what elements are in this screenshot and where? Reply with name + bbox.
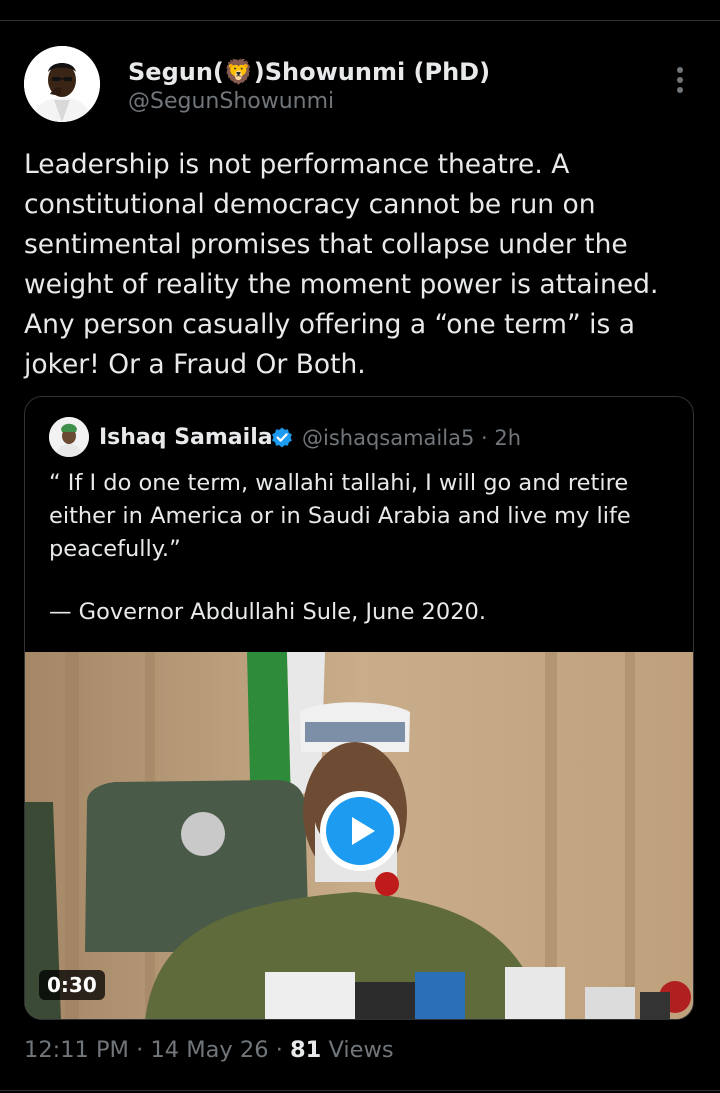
meta-separator: · (481, 426, 488, 450)
top-divider (0, 20, 720, 21)
play-button[interactable] (320, 791, 400, 871)
quoted-attribution: — Governor Abdullahi Sule, June 2020. (49, 599, 486, 625)
tweet-text: Leadership is not performance theatre. A… (24, 149, 659, 380)
quoted-author-handle[interactable]: @ishaqsamaila5 (302, 426, 474, 450)
quoted-time: 2h (494, 426, 522, 450)
quoted-tweet-text: “ If I do one term, wallahi tallahi, I w… (49, 470, 631, 562)
quoted-tweet-card[interactable]: Ishaq Samaila @ishaqsamaila5 · 2h “ If I… (24, 396, 694, 1020)
play-circle (326, 797, 394, 865)
video-duration-badge: 0:30 (39, 970, 105, 1000)
meta-separator: · (275, 1037, 283, 1063)
more-vertical-icon (677, 67, 683, 93)
views-label[interactable]: Views (328, 1037, 393, 1063)
views-count[interactable]: 81 (290, 1037, 321, 1063)
play-icon (352, 817, 375, 845)
author-handle[interactable]: @SegunShowunmi (128, 89, 334, 114)
author-name[interactable]: Segun(🦁)Showunmi (PhD) (128, 58, 490, 86)
bottom-divider (0, 1090, 720, 1091)
author-avatar[interactable] (24, 46, 100, 122)
quoted-author-name[interactable]: Ishaq Samaila (99, 425, 273, 450)
quoted-handle-time: @ishaqsamaila5 · 2h (302, 426, 521, 450)
tweet-meta: 12:11 PM · 14 May 26 · 81 Views (24, 1037, 394, 1063)
quoted-author-avatar[interactable] (49, 417, 89, 457)
more-options-button[interactable] (664, 62, 696, 98)
video-player[interactable]: 0:30 (25, 652, 693, 1019)
meta-separator: · (136, 1037, 144, 1063)
tweet-date[interactable]: 14 May 26 (150, 1037, 268, 1063)
verified-badge-icon (272, 427, 292, 448)
tweet-time[interactable]: 12:11 PM (24, 1037, 129, 1063)
